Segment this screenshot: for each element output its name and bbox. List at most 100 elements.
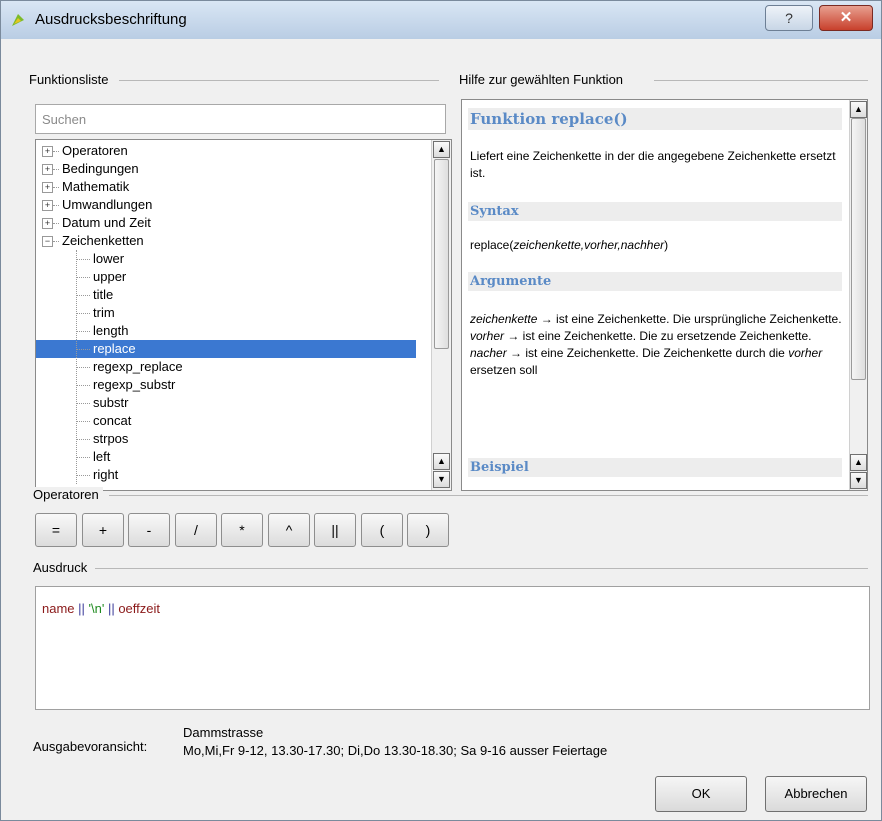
tree-item-label: substr: [93, 395, 129, 410]
tree-item-label: Umwandlungen: [62, 197, 153, 212]
help-scroll-up-button[interactable]: ▲: [850, 101, 867, 118]
tree-function-item[interactable]: concat: [36, 412, 416, 430]
expression-divider: [95, 568, 868, 569]
help-description: Liefert eine Zeichenkette in der die ang…: [470, 149, 836, 180]
tree-category[interactable]: + Operatoren: [36, 142, 416, 160]
tree-scrollbar[interactable]: ▲ ▲ ▼: [431, 140, 451, 490]
preview-line-2: Mo,Mi,Fr 9-12, 13.30-17.30; Di,Do 13.30-…: [183, 743, 608, 758]
tree-item-label: Datum und Zeit: [62, 215, 151, 230]
tree-item-label: title: [93, 287, 114, 302]
collapse-icon[interactable]: −: [42, 236, 53, 247]
tree-connector: [53, 169, 59, 170]
help-divider: [654, 80, 868, 81]
search-input[interactable]: [35, 104, 446, 134]
tree-category[interactable]: + Datum und Zeit: [36, 214, 416, 232]
example-heading: Beispiel: [468, 458, 842, 477]
tree-function-item[interactable]: right: [36, 466, 416, 484]
tree-connector: [76, 385, 90, 386]
close-button[interactable]: ✕: [819, 5, 873, 31]
operator-power-button[interactable]: ^: [268, 513, 310, 547]
tree-function-item[interactable]: length: [36, 322, 416, 340]
tree-function-item[interactable]: trim: [36, 304, 416, 322]
tree-item-label: Operatoren: [62, 143, 128, 158]
tree-connector: [76, 259, 90, 260]
qgis-icon: [9, 11, 27, 29]
tree-connector: [76, 421, 90, 422]
expand-icon[interactable]: +: [42, 146, 53, 157]
operator-concat-button[interactable]: ||: [314, 513, 356, 547]
tree-connector: [76, 439, 90, 440]
tree-item-label: regexp_replace: [93, 359, 183, 374]
help-panel: Funktion replace() Liefert eine Zeichenk…: [461, 99, 868, 491]
tree-connector: [53, 241, 59, 242]
tree-connector: [76, 457, 90, 458]
tree-connector: [53, 205, 59, 206]
tree-connector: [76, 277, 90, 278]
expand-icon[interactable]: +: [42, 164, 53, 175]
help-scroll-thumb[interactable]: [851, 118, 866, 380]
tree-item-label: upper: [93, 269, 127, 284]
operator-multiply-button[interactable]: *: [221, 513, 263, 547]
expr-operator-2: ||: [104, 601, 119, 616]
tree-category[interactable]: + Bedingungen: [36, 160, 416, 178]
tree-function-item[interactable]: upper: [36, 268, 416, 286]
help-scroll-down-button[interactable]: ▼: [850, 472, 867, 489]
help-scroll-up-button-2[interactable]: ▲: [850, 454, 867, 471]
tree-scroll-up-button[interactable]: ▲: [433, 141, 450, 158]
operator-open-paren-button[interactable]: (: [361, 513, 403, 547]
function-tree: + Operatoren + Bedingungen + Mathematik + Umwan…: [35, 139, 452, 491]
tree-item-label: right: [93, 467, 119, 482]
tree-scroll-up-button-2[interactable]: ▲: [433, 453, 450, 470]
tree-item-label: Bedingungen: [62, 161, 139, 176]
tree-function-item[interactable]: replace: [36, 340, 416, 358]
syntax-fn: replace(: [470, 238, 514, 252]
tree-category[interactable]: + Mathematik: [36, 178, 416, 196]
expr-string-literal: '\n': [88, 601, 105, 616]
operator-equals-button[interactable]: =: [35, 513, 77, 547]
tree-connector: [76, 475, 90, 476]
operator-minus-button[interactable]: -: [128, 513, 170, 547]
tree-function-item[interactable]: regexp_replace: [36, 358, 416, 376]
preview-label: Ausgabevoransicht:: [33, 739, 148, 754]
ok-button[interactable]: OK: [655, 776, 747, 812]
function-list-divider: [119, 80, 439, 81]
expand-icon[interactable]: +: [42, 182, 53, 193]
tree-function-item[interactable]: strpos: [36, 430, 416, 448]
tree-item-label: length: [93, 323, 129, 338]
tree-function-item[interactable]: title: [36, 286, 416, 304]
tree-scroll-thumb[interactable]: [434, 159, 449, 349]
expression-editor[interactable]: name || '\n' || oeffzeit: [35, 586, 870, 710]
tree-connector: [76, 313, 90, 314]
expression-dialog: Ausdrucksbeschriftung ? ✕ Funktionsliste…: [0, 0, 882, 821]
window-title: Ausdrucksbeschriftung: [35, 11, 187, 28]
operator-divide-button[interactable]: /: [175, 513, 217, 547]
arg2-name: vorher: [470, 329, 505, 343]
arg3-text: → ist eine Zeichenkette. Die Zeichenkett…: [506, 346, 789, 360]
help-scrollbar[interactable]: ▲ ▲ ▼: [849, 100, 867, 490]
tree-function-item[interactable]: left: [36, 448, 416, 466]
operator-close-paren-button[interactable]: ): [407, 513, 449, 547]
tree-item-label: replace: [93, 341, 136, 356]
cancel-button[interactable]: Abbrechen: [765, 776, 867, 812]
tree-item-label: concat: [93, 413, 132, 428]
tree-item-label: Mathematik: [62, 179, 130, 194]
expr-field-name: name: [42, 601, 75, 616]
operator-plus-button[interactable]: +: [82, 513, 124, 547]
operators-label: Operatoren: [33, 487, 103, 502]
tree-item-label: trim: [93, 305, 115, 320]
tree-scroll-down-button[interactable]: ▼: [433, 471, 450, 488]
expand-icon[interactable]: +: [42, 218, 53, 229]
tree-function-item[interactable]: lower: [36, 250, 416, 268]
tree-category[interactable]: − Zeichenketten: [36, 232, 416, 250]
expand-icon[interactable]: +: [42, 200, 53, 211]
tree-item-label: strpos: [93, 431, 129, 446]
tree-function-item[interactable]: substr: [36, 394, 416, 412]
arg2-text: → ist eine Zeichenkette. Die zu ersetzen…: [504, 329, 812, 343]
help-button[interactable]: ?: [765, 5, 813, 31]
arg1-name: zeichenkette: [470, 312, 538, 326]
tree-item-label: lower: [93, 251, 125, 266]
tree-connector: [53, 151, 59, 152]
tree-item-label: regexp_substr: [93, 377, 176, 392]
tree-function-item[interactable]: regexp_substr: [36, 376, 416, 394]
tree-category[interactable]: + Umwandlungen: [36, 196, 416, 214]
